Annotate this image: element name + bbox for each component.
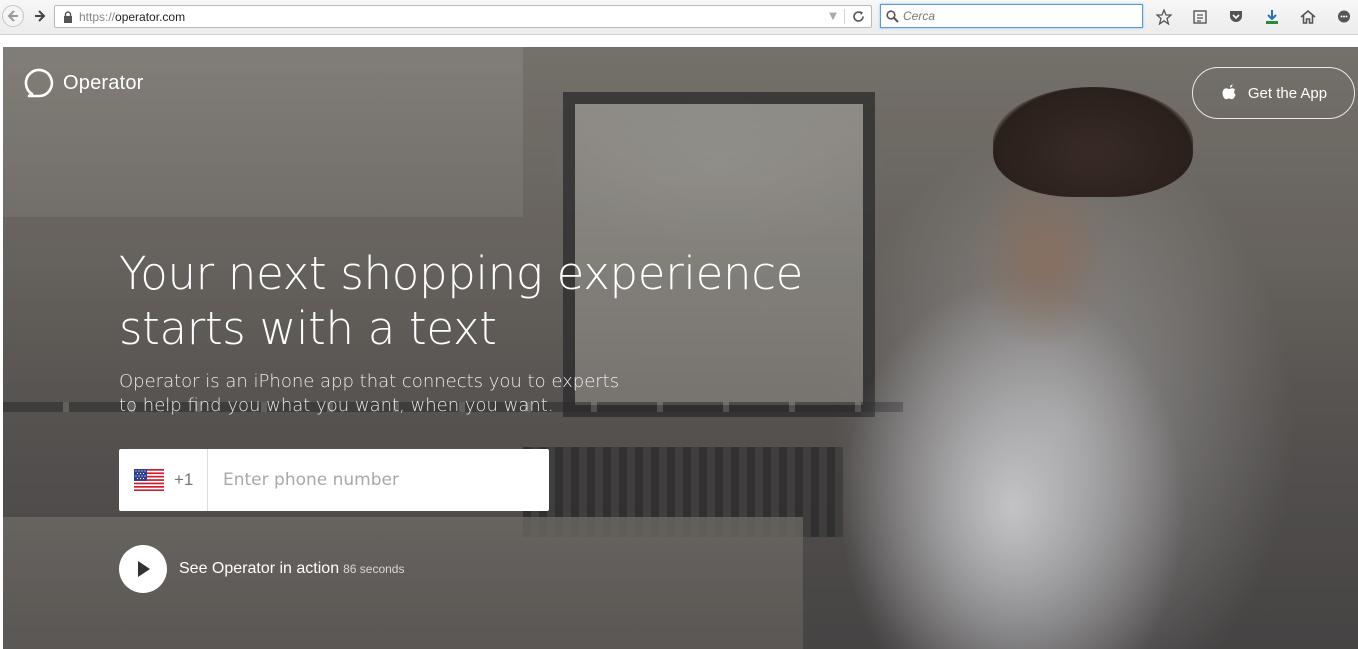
subheadline-line-2: to help find you what you want, when you… [119, 395, 554, 416]
reload-icon [852, 11, 864, 22]
play-icon [138, 561, 150, 577]
back-button[interactable] [2, 5, 24, 27]
chat-icon[interactable] [1330, 6, 1358, 28]
apple-icon [1222, 84, 1236, 100]
hero-section: Operator Get the App Your next shopping … [3, 47, 1358, 649]
operator-logo[interactable]: Operator [23, 67, 144, 99]
lock-icon [57, 10, 79, 23]
forward-button[interactable] [29, 5, 51, 27]
headline-line-1: Your next shopping experience [119, 247, 804, 300]
forward-arrow-icon [35, 10, 46, 22]
url-scheme: https:// [79, 9, 116, 24]
dial-code: +1 [174, 470, 194, 489]
reading-list-icon[interactable] [1186, 6, 1214, 28]
url-host: operator.com [115, 9, 186, 24]
url-text: https://operator.com [79, 10, 822, 24]
us-flag-icon [134, 469, 164, 491]
headline-line-2: starts with a text [119, 302, 497, 355]
page-subheadline: Operator is an iPhone app that connects … [119, 370, 639, 418]
phone-signup-form: +1 [119, 449, 549, 511]
search-input[interactable] [903, 9, 1133, 23]
url-history-dropdown-icon[interactable]: ▼ [822, 11, 844, 22]
download-icon[interactable] [1258, 6, 1286, 28]
get-the-app-button[interactable]: Get the App [1192, 67, 1355, 119]
bookmark-star-icon[interactable] [1150, 6, 1178, 28]
video-duration: 86 seconds [343, 562, 405, 576]
search-icon [881, 9, 903, 23]
country-code-select[interactable]: +1 [119, 449, 208, 511]
back-arrow-icon [7, 10, 18, 22]
logo-text: Operator [63, 71, 144, 94]
browser-toolbar: https://operator.com ▼ [0, 0, 1358, 35]
reload-button[interactable] [845, 10, 871, 23]
page-headline: Your next shopping experience starts wit… [119, 246, 839, 356]
pocket-icon[interactable] [1222, 6, 1250, 28]
home-icon[interactable] [1294, 6, 1322, 28]
get-the-app-label: Get the App [1247, 84, 1328, 102]
video-label: See Operator in action [179, 560, 340, 577]
play-button[interactable] [119, 545, 167, 593]
subheadline-line-1: Operator is an iPhone app that connects … [119, 371, 620, 392]
search-bar[interactable] [880, 4, 1143, 28]
watch-video-link[interactable]: See Operator in action 86 seconds [119, 545, 404, 593]
address-bar[interactable]: https://operator.com ▼ [54, 5, 872, 28]
operator-logo-icon [24, 68, 54, 98]
phone-number-input[interactable] [208, 450, 549, 510]
toolbar-icons [1150, 6, 1358, 28]
